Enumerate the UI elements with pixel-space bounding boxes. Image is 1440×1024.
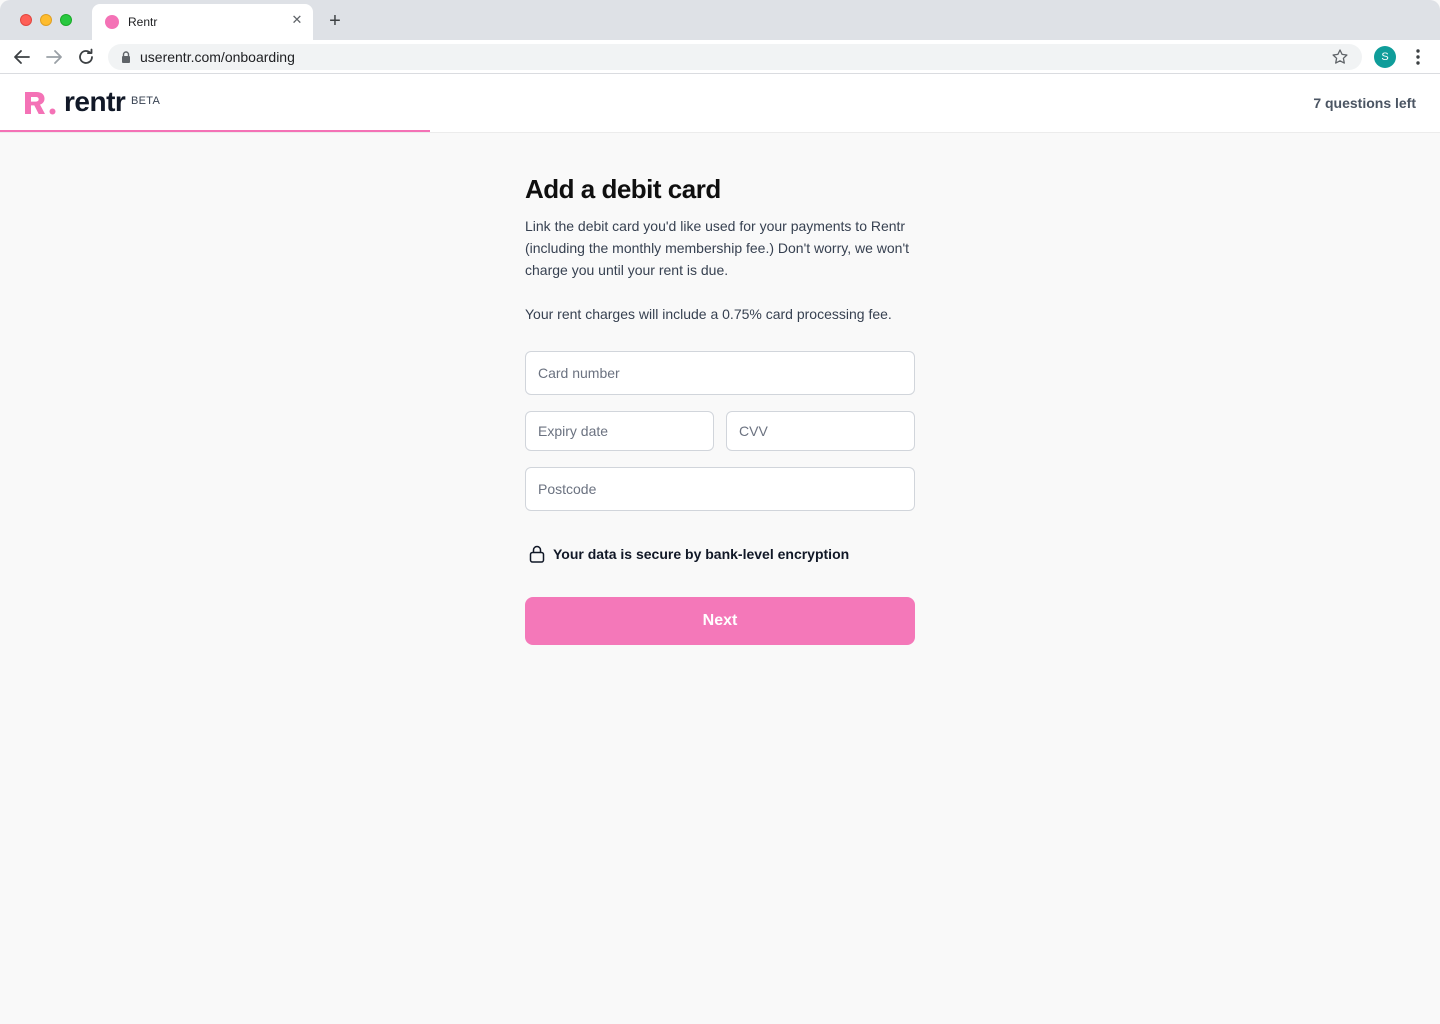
next-button[interactable]: Next bbox=[525, 597, 915, 645]
minimize-window-button[interactable] bbox=[40, 14, 52, 26]
beta-badge: BETA bbox=[131, 95, 161, 107]
profile-avatar[interactable]: S bbox=[1374, 46, 1396, 68]
close-window-button[interactable] bbox=[20, 14, 32, 26]
close-icon[interactable]: ✕ bbox=[289, 12, 305, 28]
page-title: Add a debit card bbox=[525, 174, 721, 204]
expiry-cvv-row bbox=[525, 411, 915, 451]
app-header: rentr BETA 7 questions left bbox=[0, 74, 1440, 133]
rentr-logo-icon[interactable] bbox=[24, 91, 58, 115]
progress-fill bbox=[0, 130, 430, 132]
card-number-input[interactable] bbox=[525, 351, 915, 395]
tab-title: Rentr bbox=[128, 15, 158, 29]
reload-icon[interactable] bbox=[74, 45, 98, 69]
security-note-text: Your data is secure by bank-level encryp… bbox=[553, 546, 850, 562]
new-tab-button[interactable]: + bbox=[324, 10, 346, 32]
debit-card-form: Add a debit card Link the debit card you… bbox=[525, 170, 915, 645]
browser-toolbar: userentr.com/onboarding S bbox=[0, 40, 1440, 74]
form-description: Link the debit card you'd like used for … bbox=[525, 218, 910, 278]
logo-text: rentr bbox=[64, 86, 126, 117]
questions-left-counter: 7 questions left bbox=[1313, 95, 1416, 111]
security-note: Your data is secure by bank-level encryp… bbox=[525, 545, 915, 563]
forward-arrow-icon[interactable] bbox=[42, 45, 66, 69]
back-arrow-icon[interactable] bbox=[10, 45, 34, 69]
padlock-icon bbox=[529, 545, 545, 563]
onboarding-progress-bar bbox=[0, 130, 1440, 132]
maximize-window-button[interactable] bbox=[60, 14, 72, 26]
browser-tab[interactable]: Rentr ✕ bbox=[92, 4, 313, 40]
address-bar[interactable]: userentr.com/onboarding bbox=[108, 44, 1362, 70]
favicon-icon bbox=[105, 15, 119, 29]
expiry-date-input[interactable] bbox=[525, 411, 714, 451]
bookmark-star-icon[interactable] bbox=[1330, 47, 1350, 67]
more-menu-icon[interactable] bbox=[1408, 46, 1428, 68]
cvv-input[interactable] bbox=[726, 411, 915, 451]
url-text: userentr.com/onboarding bbox=[140, 49, 295, 65]
browser-titlebar: Rentr ✕ + bbox=[0, 0, 1440, 40]
lock-icon bbox=[122, 51, 130, 63]
postcode-input[interactable] bbox=[525, 467, 915, 511]
fee-note: Your rent charges will include a 0.75% c… bbox=[525, 306, 892, 322]
